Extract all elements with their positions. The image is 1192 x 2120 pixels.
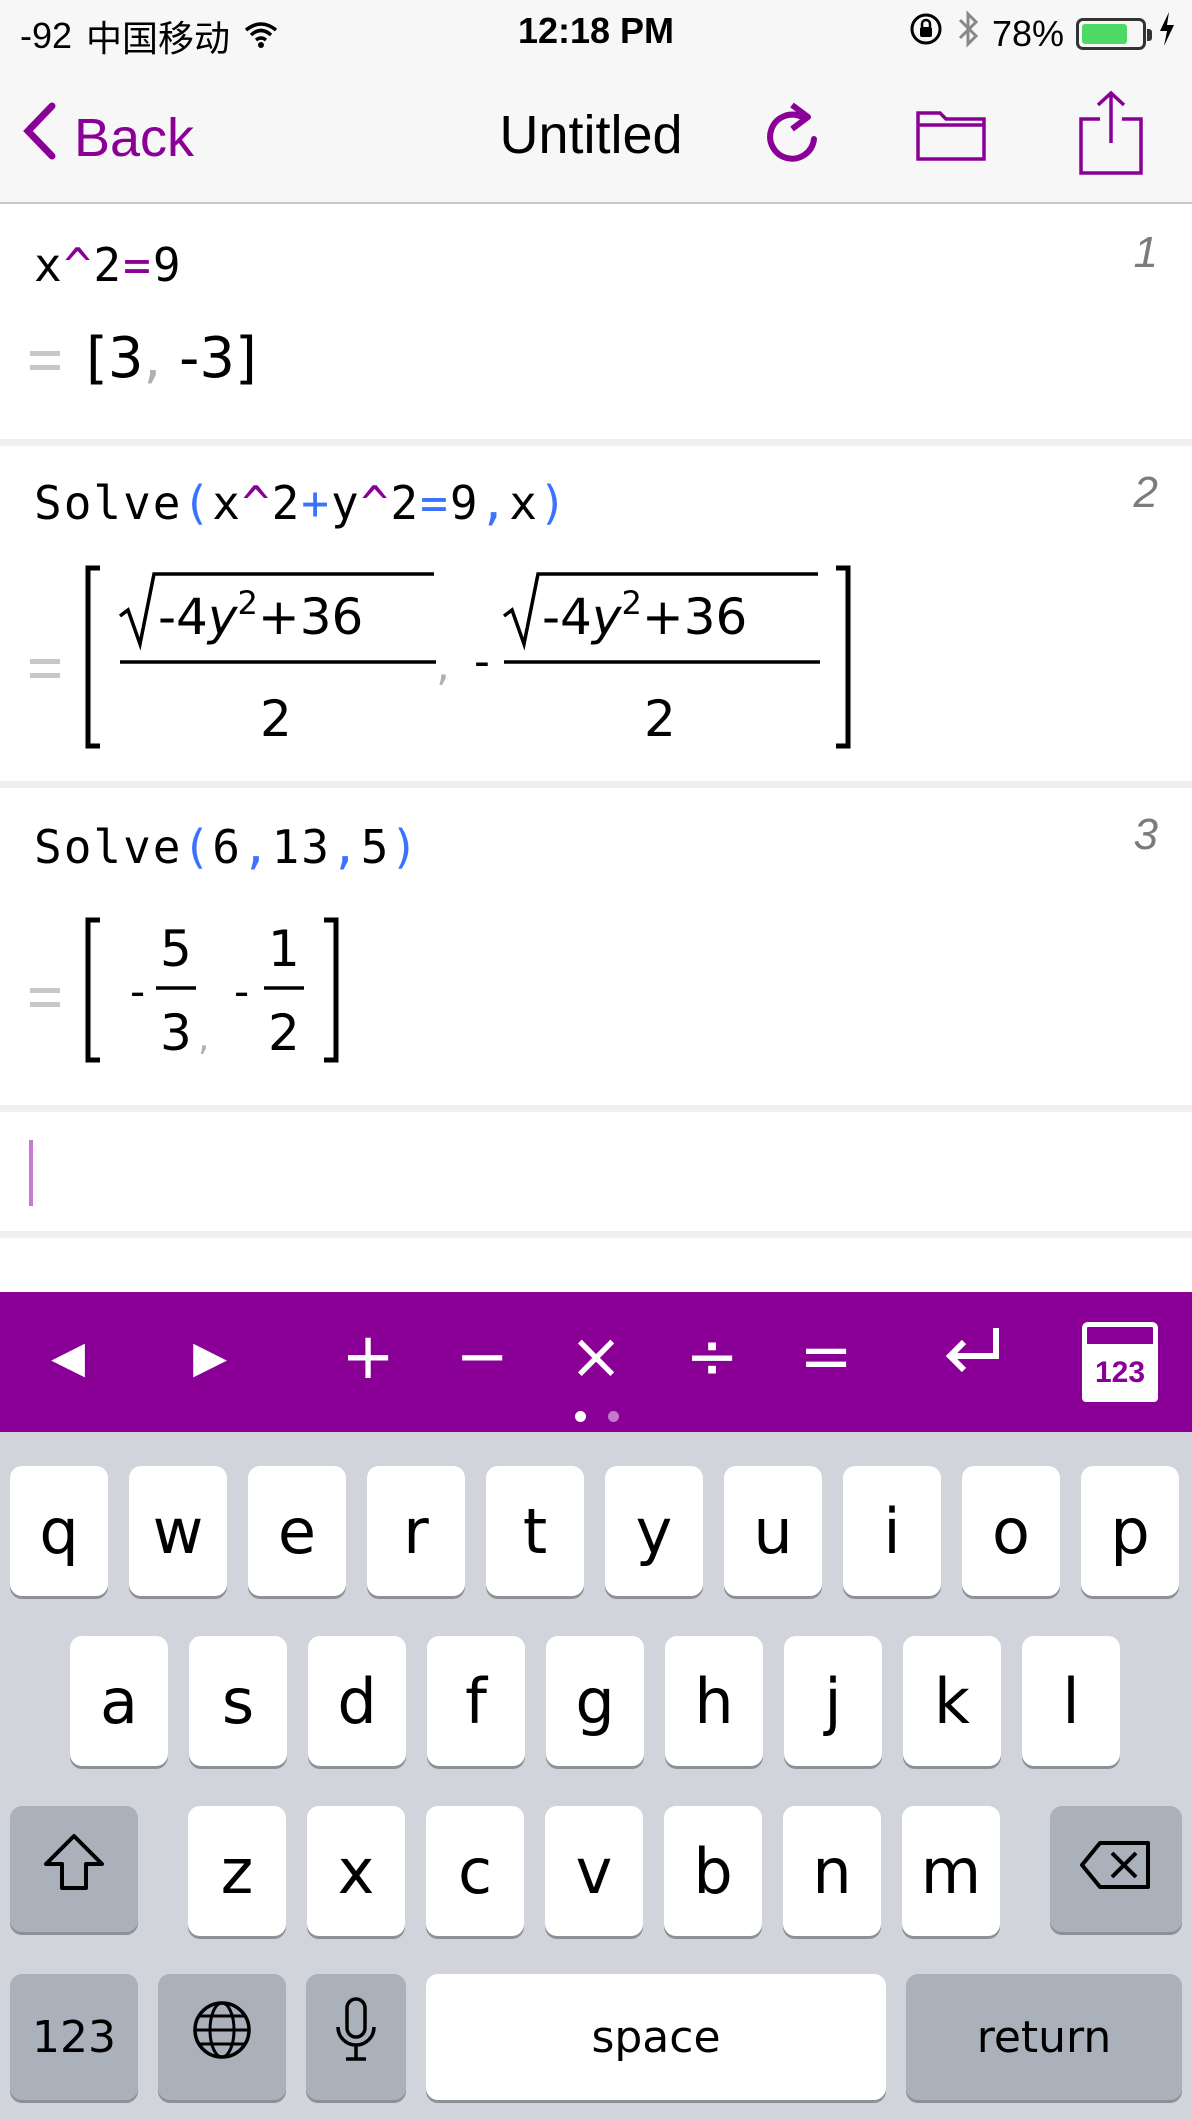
- folder-button[interactable]: [906, 90, 996, 180]
- charging-bolt-icon: [1158, 12, 1176, 55]
- multiply-button[interactable]: ×: [556, 1320, 636, 1394]
- share-icon: [1076, 89, 1146, 182]
- navigation-bar: Back Untitled: [0, 64, 1192, 204]
- calculation-cell-3[interactable]: 3 Solve(6,13,5) - 5 3 , - 1 2: [0, 788, 1192, 1112]
- cell-number: 3: [1133, 810, 1158, 859]
- key-n[interactable]: n: [783, 1806, 881, 1936]
- space-key[interactable]: space: [426, 1974, 886, 2100]
- svg-text:1: 1: [268, 920, 300, 978]
- key-j[interactable]: j: [784, 1636, 882, 1766]
- key-k[interactable]: k: [903, 1636, 1001, 1766]
- bluetooth-icon: [956, 10, 980, 57]
- minus-button[interactable]: −: [442, 1320, 522, 1394]
- rotation-lock-icon: [908, 11, 944, 56]
- microphone-icon: [334, 1996, 378, 2078]
- enter-button[interactable]: [934, 1322, 1014, 1392]
- key-z[interactable]: z: [188, 1806, 286, 1936]
- calculator-keypad-button[interactable]: 123: [1082, 1322, 1158, 1402]
- key-c[interactable]: c: [426, 1806, 524, 1936]
- document-title[interactable]: Untitled: [499, 105, 682, 165]
- key-d[interactable]: d: [308, 1636, 406, 1766]
- svg-text:-: -: [474, 636, 490, 687]
- cell-result: [3, -3]: [86, 326, 257, 391]
- math-toolbar: ◀ ▶ + − × ÷ = 123: [0, 1292, 1192, 1432]
- svg-text:5: 5: [160, 920, 192, 978]
- page-indicator-dot: [608, 1411, 619, 1422]
- divide-button[interactable]: ÷: [672, 1320, 752, 1394]
- folder-icon: [915, 103, 987, 168]
- svg-text:2: 2: [260, 690, 292, 748]
- page-indicator-dot-active: [575, 1411, 586, 1422]
- return-key[interactable]: return: [906, 1974, 1182, 2100]
- key-g[interactable]: g: [546, 1636, 644, 1766]
- cell-input[interactable]: x^2=9: [34, 238, 183, 292]
- text-cursor: [29, 1140, 33, 1206]
- cell-input[interactable]: Solve(6,13,5): [34, 820, 420, 874]
- svg-text:-: -: [234, 967, 249, 1016]
- calculator-badge-label: 123: [1082, 1344, 1158, 1402]
- refresh-icon: [762, 97, 828, 174]
- cursor-left-button[interactable]: ◀: [28, 1322, 108, 1392]
- equals-button[interactable]: =: [786, 1320, 866, 1394]
- svg-text:2: 2: [644, 690, 676, 748]
- back-chevron-icon: [22, 102, 56, 173]
- status-bar: -92 中国移动 12:18 PM 78%: [0, 0, 1192, 64]
- svg-text:,: ,: [436, 640, 450, 691]
- svg-text:,: ,: [198, 1018, 209, 1059]
- software-keyboard: qwertyuiop asdfghjkl zxcvbnm 123 space r…: [0, 1432, 1192, 2120]
- delete-key[interactable]: [1050, 1806, 1182, 1932]
- key-q[interactable]: q: [10, 1466, 108, 1596]
- key-u[interactable]: u: [724, 1466, 822, 1596]
- return-arrow-icon: [942, 1320, 1006, 1394]
- svg-text:-4y2+36: -4y2+36: [158, 584, 363, 646]
- cell-number: 2: [1133, 468, 1158, 517]
- key-p[interactable]: p: [1081, 1466, 1179, 1596]
- battery-percent: 78%: [991, 12, 1064, 54]
- left-arrow-icon: ◀: [51, 1331, 85, 1383]
- numbers-key[interactable]: 123: [10, 1974, 138, 2100]
- svg-text:-: -: [130, 967, 145, 1016]
- shift-icon: [42, 1832, 106, 1907]
- key-l[interactable]: l: [1022, 1636, 1120, 1766]
- key-e[interactable]: e: [248, 1466, 346, 1596]
- share-button[interactable]: [1066, 90, 1156, 180]
- cursor-right-button[interactable]: ▶: [170, 1322, 250, 1392]
- key-y[interactable]: y: [605, 1466, 703, 1596]
- key-w[interactable]: w: [129, 1466, 227, 1596]
- plus-button[interactable]: +: [328, 1320, 408, 1394]
- globe-key[interactable]: [158, 1974, 286, 2100]
- back-button[interactable]: Back: [22, 102, 194, 173]
- key-h[interactable]: h: [665, 1636, 763, 1766]
- key-i[interactable]: i: [843, 1466, 941, 1596]
- new-calculation-cell[interactable]: [0, 1112, 1192, 1238]
- key-m[interactable]: m: [902, 1806, 1000, 1936]
- key-s[interactable]: s: [189, 1636, 287, 1766]
- svg-text:2: 2: [268, 1004, 300, 1062]
- key-v[interactable]: v: [545, 1806, 643, 1936]
- svg-text:-4y2+36: -4y2+36: [542, 584, 747, 646]
- calculation-cell-2[interactable]: 2 Solve(x^2+y^2=9,x) -4y2+36 2 , - -4y2+…: [0, 446, 1192, 788]
- right-arrow-icon: ▶: [193, 1331, 227, 1383]
- key-a[interactable]: a: [70, 1636, 168, 1766]
- cell-result: -4y2+36 2 , - -4y2+36 2: [85, 565, 851, 749]
- key-r[interactable]: r: [367, 1466, 465, 1596]
- refresh-button[interactable]: [750, 90, 840, 180]
- backspace-icon: [1078, 1833, 1154, 1906]
- cell-input[interactable]: Solve(x^2+y^2=9,x): [34, 476, 569, 530]
- battery-icon: [1076, 17, 1152, 50]
- shift-key[interactable]: [10, 1806, 138, 1932]
- key-t[interactable]: t: [486, 1466, 584, 1596]
- key-x[interactable]: x: [307, 1806, 405, 1936]
- back-label: Back: [74, 107, 195, 168]
- calculation-cell-1[interactable]: 1 x^2=9 [3, -3]: [0, 206, 1192, 446]
- svg-text:3: 3: [160, 1004, 192, 1062]
- key-f[interactable]: f: [427, 1636, 525, 1766]
- cell-number: 1: [1133, 228, 1158, 277]
- cell-result: - 5 3 , - 1 2: [85, 917, 339, 1063]
- key-b[interactable]: b: [664, 1806, 762, 1936]
- dictation-key[interactable]: [306, 1974, 406, 2100]
- key-o[interactable]: o: [962, 1466, 1060, 1596]
- globe-icon: [191, 1999, 253, 2076]
